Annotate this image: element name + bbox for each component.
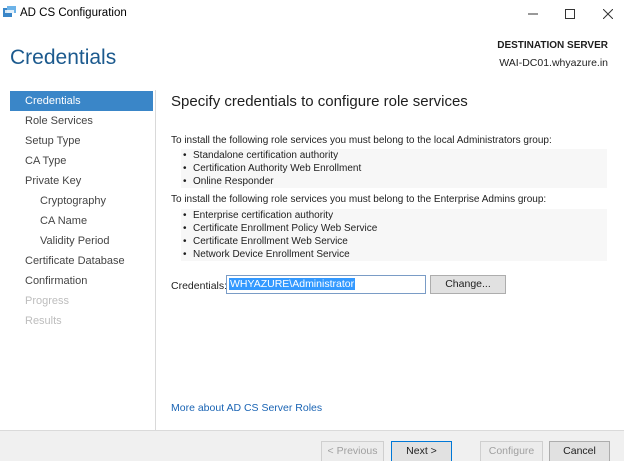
nav-item-ca-type[interactable]: CA Type — [10, 151, 153, 171]
nav-item-private-key[interactable]: Private Key — [10, 171, 153, 191]
list-item: Certificate Enrollment Policy Web Servic… — [181, 222, 607, 235]
local-admin-role-list: Standalone certification authority Certi… — [181, 149, 607, 188]
list-item: Enterprise certification authority — [181, 209, 607, 222]
section-title: Specify credentials to configure role se… — [171, 93, 468, 110]
close-icon — [603, 9, 613, 19]
close-button[interactable] — [585, 0, 624, 28]
page-heading: Credentials — [10, 46, 117, 69]
server-manager-icon — [3, 6, 16, 17]
configure-button[interactable]: Configure — [480, 441, 543, 461]
more-about-roles-link[interactable]: More about AD CS Server Roles — [171, 402, 322, 414]
credentials-value: WHYAZURE\Administrator — [229, 278, 356, 290]
nav-item-role-services[interactable]: Role Services — [10, 111, 153, 131]
list-item: Certificate Enrollment Web Service — [181, 235, 607, 248]
wizard-footer: < Previous Next > Configure Cancel — [0, 430, 624, 461]
enterprise-admin-role-list: Enterprise certification authority Certi… — [181, 209, 607, 261]
maximize-icon — [565, 9, 575, 19]
nav-item-results: Results — [25, 315, 62, 327]
credentials-label: Credentials: — [171, 280, 228, 292]
nav-item-credentials[interactable]: Credentials — [10, 91, 153, 111]
local-admin-intro: To install the following role services y… — [171, 135, 552, 146]
previous-button[interactable]: < Previous — [321, 441, 384, 461]
list-item: Network Device Enrollment Service — [181, 248, 607, 261]
nav-item-setup-type[interactable]: Setup Type — [10, 131, 153, 151]
credentials-field[interactable]: WHYAZURE\Administrator — [226, 275, 426, 294]
minimize-icon — [528, 13, 538, 15]
destination-server-value: WAI-DC01.whyazure.in — [499, 57, 608, 69]
wizard-nav: Credentials Role Services Setup Type CA … — [0, 90, 156, 430]
nav-item-cryptography[interactable]: Cryptography — [10, 191, 153, 211]
nav-item-confirmation[interactable]: Confirmation — [10, 271, 153, 291]
nav-item-progress: Progress — [25, 295, 70, 307]
enterprise-admin-intro: To install the following role services y… — [171, 194, 547, 205]
wizard-header: Credentials DESTINATION SERVER WAI-DC01.… — [0, 28, 624, 86]
list-item: Certification Authority Web Enrollment — [181, 162, 607, 175]
next-button[interactable]: Next > — [391, 441, 452, 461]
list-item: Online Responder — [181, 175, 607, 188]
title-bar: AD CS Configuration — [0, 0, 624, 28]
change-credentials-button[interactable]: Change... — [430, 275, 506, 294]
nav-item-ca-name[interactable]: CA Name — [10, 211, 153, 231]
destination-server-label: DESTINATION SERVER — [497, 40, 608, 51]
list-item: Standalone certification authority — [181, 149, 607, 162]
nav-item-validity-period[interactable]: Validity Period — [10, 231, 153, 251]
cancel-button[interactable]: Cancel — [549, 441, 610, 461]
nav-item-certificate-database[interactable]: Certificate Database — [10, 251, 153, 271]
window-title: AD CS Configuration — [20, 7, 127, 19]
